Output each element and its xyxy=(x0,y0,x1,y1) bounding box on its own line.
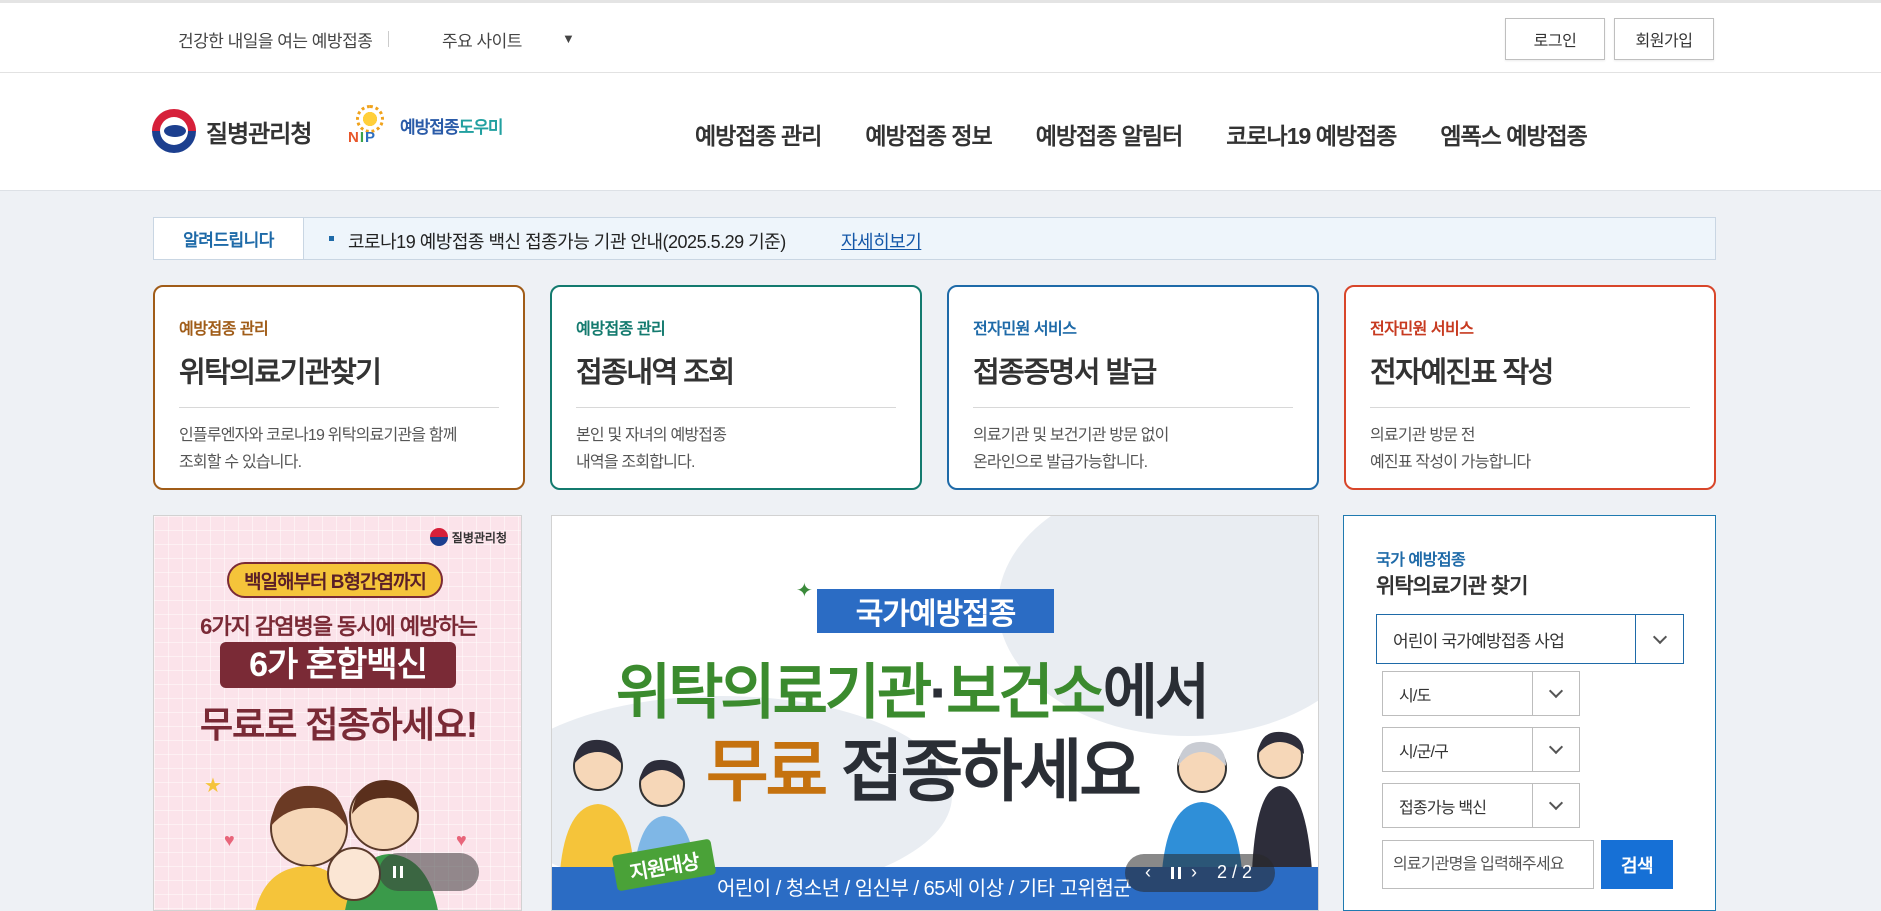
nip-letter: P xyxy=(365,129,377,146)
chevron-right-icon[interactable]: › xyxy=(1191,862,1197,883)
site-header: 질병관리청 NIP 예방접종도우미 예방접종 관리 예방접종 정보 예방접종 알… xyxy=(0,73,1881,191)
kdca-logo-text: 질병관리청 xyxy=(206,120,312,148)
clinic-name-input[interactable] xyxy=(1382,840,1594,889)
banner-headline-3: 무료로 접종하세요! xyxy=(200,704,478,745)
major-sites-select[interactable]: 주요 사이트 xyxy=(442,27,522,52)
slide-counter: 2 / 2 xyxy=(1217,862,1253,882)
sido-select-label: 시/도 xyxy=(1399,687,1431,705)
chevron-down-icon[interactable] xyxy=(1635,615,1683,663)
main-nav: 예방접종 관리 예방접종 정보 예방접종 알림터 코로나19 예방접종 엠폭스 … xyxy=(695,117,1588,151)
nip-logo-text: 예방접종도우미 xyxy=(400,117,503,137)
banner-tag: 국가예방접종 xyxy=(817,589,1054,633)
card-category: 전자민원 서비스 xyxy=(1370,321,1474,338)
hexavalent-vaccine-banner[interactable]: 질병관리청 백일해부터 B형간염까지 6가지 감염병을 동시에 예방하는 6가 … xyxy=(153,515,522,911)
card-description: 본인 및 자녀의 예방접종 내역을 조회합니다. xyxy=(576,427,727,471)
banner-headline-2: 무료 접종하세요 xyxy=(706,734,1142,810)
nav-item-mpox[interactable]: 엠폭스 예방접종 xyxy=(1440,117,1588,151)
card-category: 예방접종 관리 xyxy=(576,321,666,338)
national-vaccination-banner[interactable]: ✦ 국가예방접종 위탁의료기관·보건소에서 무료 접종하세요 어린이 / 청소년… xyxy=(551,515,1319,911)
search-button[interactable]: 검색 xyxy=(1601,840,1673,889)
slogan: 건강한 내일을 여는 예방접종 xyxy=(178,32,373,51)
card-category: 전자민원 서비스 xyxy=(973,321,1077,338)
kdca-logo[interactable]: 질병관리청 xyxy=(152,109,312,153)
banner-headline-2: 6가 혼합백신 xyxy=(220,642,456,688)
banner-headline-1: 6가지 감염병을 동시에 예방하는 xyxy=(200,614,478,639)
notice-bar: 알려드립니다 코로나19 예방접종 백신 접종가능 기관 안내(2025.5.2… xyxy=(153,217,1716,260)
vaccine-select-label: 접종가능 백신 xyxy=(1399,799,1487,817)
chevron-down-icon[interactable] xyxy=(1532,784,1579,827)
sido-select[interactable]: 시/도 xyxy=(1382,671,1580,716)
taeguk-icon xyxy=(429,528,448,546)
slider-controls: ‹ › 2 / 2 xyxy=(1125,854,1275,892)
card-description: 인플루엔자와 코로나19 위탁의료기관을 함께 조회할 수 있습니다. xyxy=(179,427,458,471)
card-certificate[interactable]: 전자민원 서비스 접종증명서 발급 의료기관 및 보건기관 방문 없이 온라인으… xyxy=(947,285,1319,490)
notice-text[interactable]: 코로나19 예방접종 백신 접종가능 기관 안내(2025.5.29 기준) xyxy=(348,228,786,254)
card-e-questionnaire[interactable]: 전자민원 서비스 전자예진표 작성 의료기관 방문 전 예진표 작성이 가능합니… xyxy=(1344,285,1716,490)
card-title: 전자예진표 작성 xyxy=(1370,349,1690,408)
elderly-illustration xyxy=(1162,731,1312,871)
notice-more-link[interactable]: 자세히보기 xyxy=(841,228,922,254)
taeguk-icon xyxy=(152,109,196,153)
nip-logo[interactable]: NIP 예방접종도우미 xyxy=(346,103,503,147)
search-title: 위탁의료기관 찾기 xyxy=(1376,575,1528,598)
card-description: 의료기관 및 보건기관 방문 없이 온라인으로 발급가능합니다. xyxy=(973,427,1169,471)
utility-bar: 건강한 내일을 여는 예방접종 주요 사이트 ▼ 로그인 회원가입 xyxy=(0,0,1881,73)
join-button[interactable]: 회원가입 xyxy=(1614,18,1714,60)
nav-item-vaccination-info[interactable]: 예방접종 정보 xyxy=(865,117,992,151)
nip-letter: N xyxy=(348,129,360,146)
bullet-icon xyxy=(329,236,334,241)
nav-item-vaccination-management[interactable]: 예방접종 관리 xyxy=(695,117,822,151)
svg-text:♥: ♥ xyxy=(224,830,235,850)
program-select[interactable]: 어린이 국가예방접종 사업 xyxy=(1376,614,1684,664)
banner-logo-text: 질병관리청 xyxy=(451,530,507,545)
card-title: 위탁의료기관찾기 xyxy=(179,349,499,408)
nav-item-vaccination-notice[interactable]: 예방접종 알림터 xyxy=(1036,117,1184,151)
chevron-left-icon[interactable]: ‹ xyxy=(1145,862,1151,883)
star-icon: ✦ xyxy=(796,580,813,602)
card-title: 접종내역 조회 xyxy=(576,349,896,408)
pause-icon xyxy=(393,866,403,878)
card-category: 예방접종 관리 xyxy=(179,321,269,338)
nip-sun-icon: NIP xyxy=(346,103,394,147)
target-text: 어린이 / 청소년 / 임신부 / 65세 이상 / 기타 고위험군 xyxy=(717,878,1132,900)
pause-icon[interactable] xyxy=(1171,867,1181,879)
clinic-search-panel: 국가 예방접종 위탁의료기관 찾기 어린이 국가예방접종 사업 시/도 시/군/… xyxy=(1343,515,1716,911)
card-title: 접종증명서 발급 xyxy=(973,349,1293,408)
vaccine-select[interactable]: 접종가능 백신 xyxy=(1382,783,1580,828)
svg-text:♥: ♥ xyxy=(456,830,467,850)
banner-pause-button[interactable] xyxy=(379,853,479,891)
notice-tag: 알려드립니다 xyxy=(154,218,304,259)
chevron-down-icon[interactable] xyxy=(1532,728,1579,771)
card-vaccination-history[interactable]: 예방접종 관리 접종내역 조회 본인 및 자녀의 예방접종 내역을 조회합니다. xyxy=(550,285,922,490)
chevron-down-icon[interactable] xyxy=(1532,672,1579,715)
banner-pill: 백일해부터 B형간염까지 xyxy=(227,562,443,598)
card-description: 의료기관 방문 전 예진표 작성이 가능합니다 xyxy=(1370,427,1531,471)
banner-kdca-logo: 질병관리청 xyxy=(429,528,507,546)
program-select-label: 어린이 국가예방접종 사업 xyxy=(1393,631,1565,651)
card-find-clinic[interactable]: 예방접종 관리 위탁의료기관찾기 인플루엔자와 코로나19 위탁의료기관을 함께… xyxy=(153,285,525,490)
nav-item-covid19[interactable]: 코로나19 예방접종 xyxy=(1226,117,1397,151)
sigungu-select-label: 시/군/구 xyxy=(1399,743,1449,761)
divider xyxy=(388,31,389,47)
search-category: 국가 예방접종 xyxy=(1376,552,1466,569)
login-button[interactable]: 로그인 xyxy=(1505,18,1605,60)
sigungu-select[interactable]: 시/군/구 xyxy=(1382,727,1580,772)
caret-down-icon[interactable]: ▼ xyxy=(562,31,575,46)
svg-text:★: ★ xyxy=(204,775,222,797)
